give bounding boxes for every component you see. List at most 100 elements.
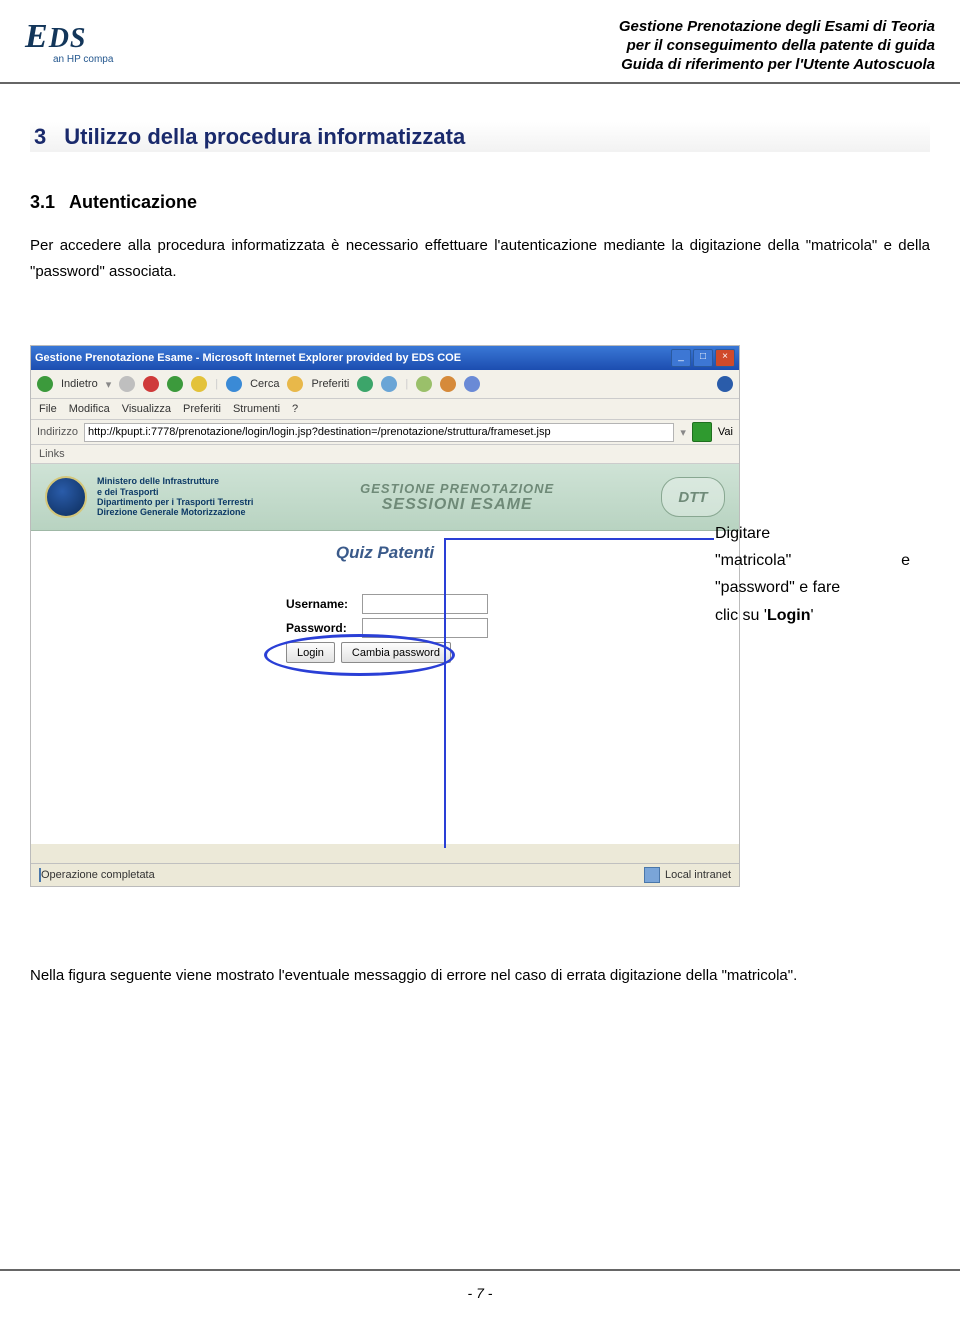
ministero-text: Ministero delle Infrastrutture e dei Tra… [97, 476, 253, 517]
edit-icon[interactable] [464, 376, 480, 392]
app-header-left: Ministero delle Infrastrutture e dei Tra… [45, 476, 253, 518]
ministero-line-3: Dipartimento per i Trasporti Terrestri [97, 497, 253, 507]
logo-subtitle: an HP compa [53, 54, 113, 65]
mail-icon[interactable] [416, 376, 432, 392]
footer-rule [0, 1269, 960, 1271]
app-brand-title: GESTIONE PRENOTAZIONE SESSIONI ESAME [360, 481, 554, 514]
main-content: 3 Utilizzo della procedura informatizzat… [30, 122, 930, 284]
address-bar: Indirizzo ▾ Vai [31, 420, 739, 445]
emblem-icon [45, 476, 87, 518]
menu-tools[interactable]: Strumenti [233, 403, 280, 415]
forward-icon[interactable] [119, 376, 135, 392]
username-row: Username: [286, 594, 488, 614]
header-line-2: per il conseguimento della patente di gu… [619, 37, 935, 56]
change-password-button[interactable]: Cambia password [341, 642, 451, 663]
login-form: Username: Password: Login Cambia passwor… [286, 594, 488, 663]
ie-logo-icon [717, 376, 733, 392]
status-bar: Operazione completata Local intranet [31, 863, 739, 886]
username-input[interactable] [362, 594, 488, 614]
zone-icon [644, 867, 660, 883]
menu-help[interactable]: ? [292, 403, 298, 415]
paragraph-intro: Per accedere alla procedura informatizza… [30, 233, 930, 284]
history-icon[interactable] [381, 376, 397, 392]
back-icon[interactable] [37, 376, 53, 392]
status-right: Local intranet [644, 867, 731, 883]
maximize-icon[interactable]: □ [693, 349, 713, 367]
print-icon[interactable] [440, 376, 456, 392]
ministero-line-4: Direzione Generale Motorizzazione [97, 507, 253, 517]
menu-file[interactable]: File [39, 403, 57, 415]
callout-line-2: "matricola" e [715, 547, 910, 574]
close-icon[interactable]: × [715, 349, 735, 367]
page-number: - 7 - [0, 1285, 960, 1301]
callout-line-3: "password" e fare [715, 574, 910, 601]
quiz-title: Quiz Patenti [31, 543, 739, 563]
callout-line-2a: "matricola" [715, 547, 791, 574]
browser-menubar: File Modifica Visualizza Preferiti Strum… [31, 399, 739, 420]
address-label: Indirizzo [37, 426, 78, 438]
minimize-icon[interactable]: _ [671, 349, 691, 367]
menu-favorites[interactable]: Preferiti [183, 403, 221, 415]
logo: EDS an HP compa [25, 18, 113, 65]
status-left-text: Operazione completata [41, 869, 155, 881]
links-label: Links [39, 448, 65, 460]
favorites-label[interactable]: Preferiti [311, 378, 349, 390]
back-label[interactable]: Indietro [61, 378, 98, 390]
go-label[interactable]: Vai [718, 426, 733, 438]
browser-toolbar: Indietro ▾ | Cerca Preferiti | [31, 370, 739, 399]
subsection-number: 3.1 [30, 192, 55, 213]
url-input[interactable] [84, 423, 674, 442]
menu-view[interactable]: Visualizza [122, 403, 171, 415]
password-label: Password: [286, 621, 362, 635]
app-header-banner: Ministero delle Infrastrutture e dei Tra… [31, 464, 739, 531]
refresh-icon[interactable] [167, 376, 183, 392]
search-label[interactable]: Cerca [250, 378, 279, 390]
callout-line-4b: ' [811, 607, 814, 624]
links-bar: Links [31, 445, 739, 464]
header-doc-title: Gestione Prenotazione degli Esami di Teo… [619, 18, 935, 74]
status-right-text: Local intranet [665, 869, 731, 881]
annotation-pointer-line [444, 538, 446, 848]
subsection-title: Autenticazione [69, 192, 197, 213]
section-title: Utilizzo della procedura informatizzata [64, 124, 465, 150]
favorites-icon[interactable] [287, 376, 303, 392]
ministero-line-2: e dei Trasporti [97, 487, 253, 497]
brand-line-2: SESSIONI ESAME [360, 496, 554, 514]
header-line-1: Gestione Prenotazione degli Esami di Teo… [619, 18, 935, 37]
dtt-label: DTT [678, 489, 707, 506]
menu-edit[interactable]: Modifica [69, 403, 110, 415]
page-header: EDS an HP compa Gestione Prenotazione de… [25, 18, 935, 78]
window-title: Gestione Prenotazione Esame - Microsoft … [35, 352, 461, 364]
paragraph-after-figure: Nella figura seguente viene mostrato l'e… [30, 962, 930, 989]
media-icon[interactable] [357, 376, 373, 392]
password-input[interactable] [362, 618, 488, 638]
stop-icon[interactable] [143, 376, 159, 392]
search-icon[interactable] [226, 376, 242, 392]
callout-line-1: Digitare [715, 520, 910, 547]
status-left: Operazione completata [39, 869, 155, 881]
go-button[interactable] [692, 422, 712, 442]
callout-login-bold: Login [767, 607, 811, 624]
section-heading: 3 Utilizzo della procedura informatizzat… [30, 122, 930, 152]
ministero-line-1: Ministero delle Infrastrutture [97, 476, 253, 486]
username-label: Username: [286, 597, 362, 611]
dtt-badge: DTT [661, 477, 725, 517]
login-button[interactable]: Login [286, 642, 335, 663]
window-titlebar: Gestione Prenotazione Esame - Microsoft … [31, 346, 739, 370]
window-buttons: _ □ × [671, 349, 735, 367]
section-number: 3 [34, 124, 46, 150]
callout-line-2b: e [901, 547, 910, 574]
annotation-callout: Digitare "matricola" e "password" e fare… [715, 520, 910, 629]
brand-line-1: GESTIONE PRENOTAZIONE [360, 481, 554, 496]
login-button-row: Login Cambia password [286, 642, 488, 663]
callout-line-4a: clic su ' [715, 607, 767, 624]
callout-line-4: clic su 'Login' [715, 602, 910, 629]
logo-text-rest: DS [49, 23, 87, 54]
logo-text: EDS [25, 18, 113, 56]
header-rule [0, 82, 960, 84]
subsection-heading: 3.1 Autenticazione [30, 192, 930, 213]
home-icon[interactable] [191, 376, 207, 392]
password-row: Password: [286, 618, 488, 638]
embedded-screenshot: Gestione Prenotazione Esame - Microsoft … [30, 345, 740, 887]
page-content-area: Ministero delle Infrastrutture e dei Tra… [31, 464, 739, 844]
